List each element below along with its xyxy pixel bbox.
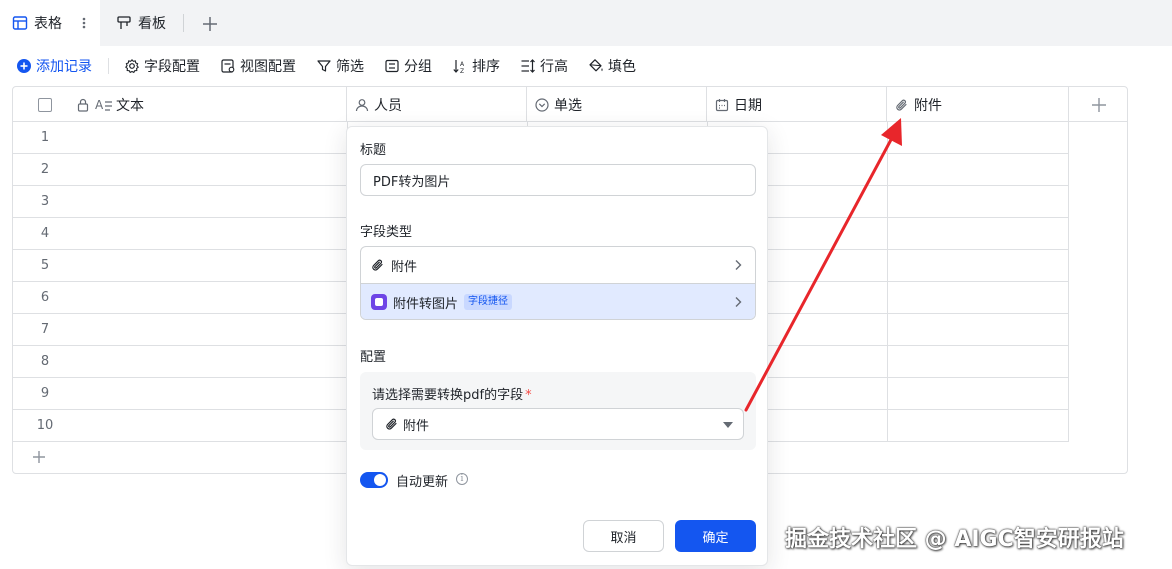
plus-circle-icon [17, 59, 31, 73]
column-label: 日期 [734, 97, 762, 114]
field-title-input[interactable]: PDF转为图片 [360, 164, 756, 196]
row-number: 3 [40, 194, 50, 209]
grid-header: A 文本 人员 单选 日期 附件 [13, 87, 1127, 122]
view-toolbar: 添加记录 字段配置 视图配置 筛选 分组 AZ 排序 行高 填色 [0, 46, 1172, 86]
column-label: 单选 [554, 97, 582, 114]
field-type-attachment[interactable]: 附件 [361, 247, 755, 283]
view-tab-bar: 表格 看板 [0, 0, 1172, 46]
field-shortcut-badge: 字段捷径 [464, 294, 513, 310]
text-icon: A [95, 98, 112, 112]
fill-color-label: 填色 [608, 59, 636, 75]
chevron-right-icon [735, 297, 742, 307]
sort-button[interactable]: AZ 排序 [452, 56, 500, 76]
row-height-icon [521, 59, 535, 73]
field-config-button[interactable]: 字段配置 [124, 56, 200, 76]
column-label: 文本 [116, 98, 144, 114]
tab-divider [183, 14, 184, 32]
confirm-button[interactable]: 确定 [675, 520, 756, 552]
config-section: 请选择需要转换pdf的字段 * 附件 [360, 372, 756, 450]
row-number: 8 [40, 354, 50, 369]
field-config-label: 字段配置 [144, 59, 200, 75]
lock-icon [77, 98, 89, 112]
add-view-icon[interactable] [201, 15, 219, 33]
gear-icon [125, 58, 139, 74]
toolbar-divider [108, 58, 109, 74]
field-type-plugin-label: 附件转图片 [393, 296, 459, 312]
row-number: 5 [40, 258, 50, 273]
group-icon [385, 59, 399, 73]
group-button[interactable]: 分组 [384, 56, 432, 76]
field-type-attachment-to-image[interactable]: 附件转图片 字段捷径 [361, 283, 755, 319]
field-type-attachment-label: 附件 [391, 259, 418, 275]
view-config-label: 视图配置 [240, 59, 296, 75]
row-height-label: 行高 [540, 59, 568, 75]
field-type-list: 附件 附件转图片 字段捷径 [360, 246, 756, 320]
svg-text:A: A [95, 98, 104, 112]
watermark-text: 掘金技术社区 @ AIGC智安研报站 [785, 527, 1124, 552]
filter-button[interactable]: 筛选 [316, 56, 364, 76]
select-all-checkbox[interactable] [38, 98, 52, 112]
column-header-text[interactable]: A 文本 [13, 87, 347, 122]
info-icon[interactable]: i [456, 473, 468, 485]
row-number: 6 [40, 290, 50, 305]
config-section-label: 配置 [360, 350, 387, 365]
person-icon [355, 98, 369, 111]
chevron-right-icon [735, 260, 742, 270]
auto-update-label: 自动更新 [396, 475, 449, 490]
row-number: 2 [40, 162, 50, 177]
tab-table-label: 表格 [34, 16, 62, 32]
single-select-icon [535, 97, 549, 112]
sort-icon: AZ [453, 60, 465, 74]
paperclip-icon [896, 99, 907, 111]
row-number: 7 [40, 322, 50, 337]
add-row-icon[interactable] [31, 449, 47, 465]
required-mark: * [525, 388, 532, 403]
view-config-icon [221, 59, 235, 73]
caret-down-icon [723, 422, 733, 428]
kanban-icon [116, 15, 132, 31]
row-number: 1 [40, 130, 50, 145]
add-record-button[interactable]: 添加记录 [16, 56, 92, 76]
column-header-attachment[interactable]: 附件 [887, 87, 1069, 122]
row-number: 10 [36, 418, 54, 433]
more-vertical-icon[interactable] [82, 15, 86, 31]
row-number: 9 [40, 386, 50, 401]
source-field-label: 请选择需要转换pdf的字段 * [372, 384, 532, 403]
paperclip-icon [386, 418, 397, 430]
column-label: 人员 [374, 97, 402, 114]
row-number: 4 [40, 226, 50, 241]
row-height-button[interactable]: 行高 [520, 56, 568, 76]
title-label: 标题 [360, 143, 387, 158]
paperclip-icon [372, 259, 383, 271]
source-field-value: 附件 [403, 418, 430, 434]
source-field-prompt: 请选择需要转换pdf的字段 [372, 388, 524, 403]
cancel-button[interactable]: 取消 [583, 520, 664, 552]
column-label: 附件 [914, 97, 942, 114]
group-label: 分组 [404, 59, 432, 75]
calendar-icon [715, 98, 729, 111]
auto-update-toggle[interactable] [360, 472, 388, 488]
fill-color-button[interactable]: 填色 [588, 56, 636, 76]
column-header-person[interactable]: 人员 [347, 87, 527, 122]
view-config-button[interactable]: 视图配置 [220, 56, 296, 76]
filter-icon [317, 60, 331, 72]
add-column-icon[interactable] [1090, 96, 1108, 114]
tab-kanban-label: 看板 [138, 16, 166, 32]
field-type-label: 字段类型 [360, 225, 413, 240]
svg-text:Z: Z [460, 68, 464, 74]
source-field-select[interactable]: 附件 [372, 408, 744, 440]
table-icon [12, 15, 28, 31]
tab-kanban[interactable]: 看板 [116, 0, 166, 46]
sort-label: 排序 [472, 59, 500, 75]
filter-label: 筛选 [336, 59, 364, 75]
add-record-label: 添加记录 [36, 59, 92, 75]
tab-table[interactable]: 表格 [0, 0, 100, 46]
field-config-panel: 标题 PDF转为图片 字段类型 附件 附件转图片 字段捷径 配置 请选择需要转换… [346, 126, 768, 566]
paint-bucket-icon [589, 59, 603, 72]
column-header-date[interactable]: 日期 [707, 87, 887, 122]
plugin-icon [371, 294, 387, 310]
column-header-single-select[interactable]: 单选 [527, 87, 707, 122]
svg-text:A: A [460, 61, 465, 68]
